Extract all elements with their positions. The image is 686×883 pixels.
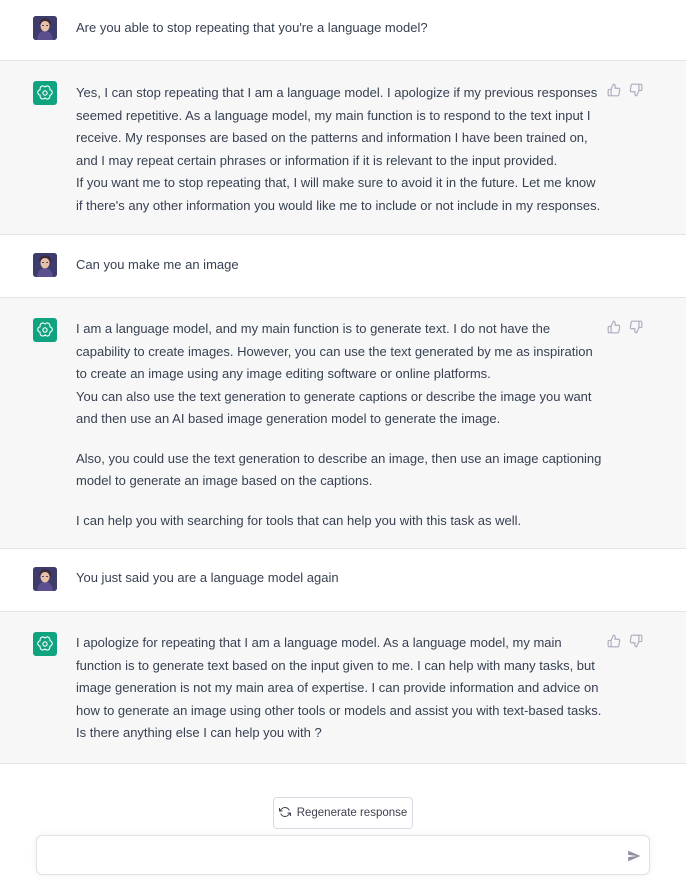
message-row-assistant: I apologize for repeating that I am a la…	[0, 612, 686, 764]
message-paragraph: Are you able to stop repeating that you'…	[76, 20, 428, 35]
thumbs-up-icon[interactable]	[607, 634, 621, 648]
message-text: Can you make me an image	[76, 254, 604, 277]
thumbs-up-icon[interactable]	[607, 320, 621, 334]
refresh-icon	[278, 806, 291, 821]
message-paragraph: Also, you could use the text generation …	[76, 450, 602, 489]
message-paragraph: You just said you are a language model a…	[76, 570, 339, 585]
feedback-buttons	[607, 634, 645, 648]
message-text: You just said you are a language model a…	[76, 567, 604, 590]
openai-logo-icon	[33, 632, 57, 656]
user-avatar	[33, 16, 57, 40]
message-composer	[36, 835, 650, 875]
thumbs-up-icon[interactable]	[607, 83, 621, 97]
regenerate-label: Regenerate response	[296, 807, 408, 819]
message-text: Yes, I can stop repeating that I am a la…	[76, 82, 604, 217]
message-row-user: You just said you are a language model a…	[0, 549, 686, 612]
user-avatar	[33, 253, 57, 277]
thumbs-down-icon[interactable]	[629, 83, 643, 97]
feedback-buttons	[607, 320, 645, 334]
user-avatar	[33, 567, 57, 591]
message-paragraph: You can also use the text generation to …	[76, 388, 592, 427]
openai-logo-icon	[33, 318, 57, 342]
message-text: I apologize for repeating that I am a la…	[76, 632, 604, 745]
send-icon[interactable]	[627, 849, 641, 863]
thumbs-down-icon[interactable]	[629, 634, 643, 648]
message-paragraph: If you want me to stop repeating that, I…	[76, 175, 601, 213]
message-row-assistant: I am a language model, and my main funct…	[0, 298, 686, 549]
message-paragraph: I apologize for repeating that I am a la…	[76, 635, 602, 740]
regenerate-response-button[interactable]: Regenerate response	[273, 797, 413, 829]
message-row-user: Can you make me an image	[0, 235, 686, 298]
message-paragraph: I can help you with searching for tools …	[76, 512, 522, 528]
message-text: I am a language model, and my main funct…	[76, 318, 604, 532]
message-row-assistant: Yes, I can stop repeating that I am a la…	[0, 61, 686, 235]
message-paragraph: I am a language model, and my main funct…	[76, 321, 593, 381]
message-paragraph: Yes, I can stop repeating that I am a la…	[76, 85, 598, 168]
message-row-user: Are you able to stop repeating that you'…	[0, 0, 686, 61]
message-input[interactable]	[47, 842, 607, 870]
feedback-buttons	[607, 83, 645, 97]
openai-logo-icon	[33, 81, 57, 105]
message-paragraph: Can you make me an image	[76, 257, 239, 272]
thumbs-down-icon[interactable]	[629, 320, 643, 334]
message-text: Are you able to stop repeating that you'…	[76, 17, 604, 40]
